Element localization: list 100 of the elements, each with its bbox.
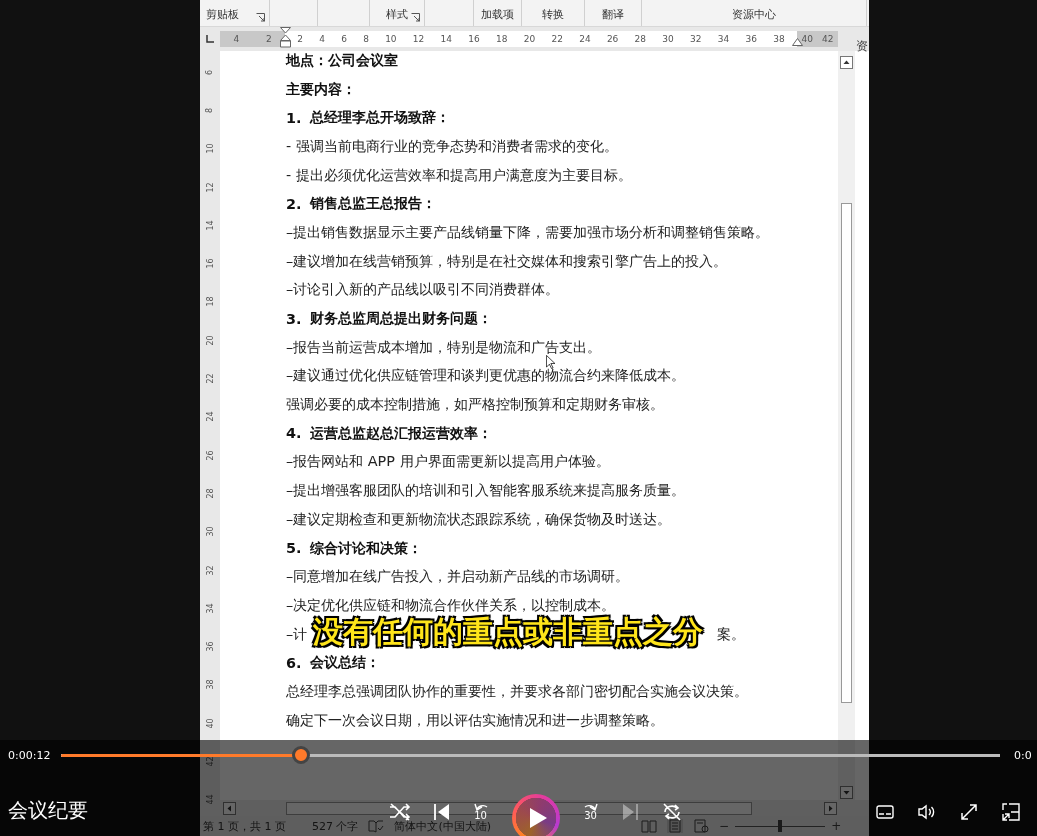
document-text: –报告当前运营成本增加，特别是物流和广告支出。 [286,337,602,357]
ribbon-group-label: 翻译 [602,7,624,22]
document-text: 强调必要的成本控制措施，如严格控制预算和定期财务审核。 [286,395,664,415]
dialog-launcher-icon[interactable] [411,13,420,22]
document-heading: 会议总结： [310,653,380,673]
list-number: 2. [286,195,303,212]
ruler-number: 2 [297,34,303,44]
video-title: 会议纪要 [8,797,88,824]
ruler-number: 38 [205,679,215,690]
document-text: –建议通过优化供应链管理和谈判更优惠的物流合约来降低成本。 [286,366,686,386]
web-layout-icon[interactable] [693,819,710,833]
ruler-number: 20 [523,34,536,44]
scroll-down-icon[interactable] [840,786,853,799]
ruler-number: 8 [363,34,369,44]
progress-handle[interactable] [292,746,311,764]
volume-icon[interactable] [918,804,936,820]
rewind-button[interactable]: 10 [472,803,489,821]
ruler-number: 28 [205,488,215,499]
total-time: 0:0 [1013,748,1033,762]
list-number: 3. [286,310,303,327]
elapsed-time: 0:00:12 [7,748,52,762]
ribbon-group-label: 转换 [542,7,564,22]
document-text: 案。 [717,624,746,644]
ruler-number: 40 [801,34,813,44]
ruler-number: 22 [205,373,215,384]
right-indent-marker-icon[interactable] [792,38,803,46]
document-heading: 运营总监赵总汇报运营效率： [310,423,492,443]
ruler-number: 42 [205,756,215,767]
document-text: –提出销售数据显示主要产品线销量下降，需要加强市场分析和调整销售策略。 [286,222,770,242]
ruler-number: 36 [205,641,215,652]
ruler-number: 26 [205,450,215,461]
document-heading: 销售总监王总报告： [310,194,436,214]
document-text: –建议增加在线营销预算，特别是在社交媒体和搜索引擎广告上的投入。 [286,251,728,271]
zoom-in-button[interactable]: + [831,819,842,833]
ruler-number: 28 [634,34,647,44]
previous-icon[interactable] [433,803,450,821]
scroll-up-icon[interactable] [840,56,853,69]
ribbon-group-label: 资源中心 [732,7,776,22]
ruler-number: 20 [205,335,215,346]
document-heading: 财务总监周总提出财务问题： [310,309,492,329]
scroll-left-icon[interactable] [223,801,236,815]
play-icon [527,807,548,829]
document-heading: 综合讨论和决策： [310,538,422,558]
ruler-number: 4 [233,34,240,44]
ruler-number: 16 [205,258,215,269]
ruler-number: 24 [579,34,591,44]
scroll-right-icon[interactable] [824,801,837,815]
ruler-number: 32 [205,564,215,576]
ribbon-group-label: 加载项 [481,7,514,22]
document-text: 总经理李总强调团队协作的重要性，并要求各部门密切配合实施会议决策。 [286,681,748,701]
document-text: –同意增加在线广告投入，并启动新产品线的市场调研。 [286,567,630,587]
zoom-out-button[interactable]: − [719,819,730,833]
list-number: 1. [286,109,303,126]
word-count[interactable]: 527 个字 [312,818,359,834]
ruler-number: 6 [341,34,347,44]
ruler-number: 14 [440,34,452,44]
document-text: - 提出必须优化运营效率和提高用户满意度为主要目标。 [286,165,632,185]
language-indicator[interactable]: 简体中文(中国大陆) [394,818,492,834]
document-text: –计 [286,624,308,644]
document-text: –决定优化供应链和物流合作伙伴关系，以控制成本。 [286,595,616,615]
ruler-number: 32 [690,34,702,44]
ruler-number: 44 [205,794,215,805]
ruler-number: 40 [205,718,215,729]
ruler-number: 18 [496,34,508,44]
ribbon-group-label: 剪贴板 [206,7,239,22]
ruler-number: 38 [773,34,785,44]
ruler-number: 2 [265,34,272,44]
ruler-number: 30 [205,526,215,537]
document-text: 确定下一次会议日期，用以评估实施情况和进一步调整策略。 [286,710,664,730]
ruler-number: 16 [468,34,480,44]
ruler-number: 18 [205,296,215,307]
document-heading: 总经理李总开场致辞： [310,108,450,128]
list-number: 6. [286,654,303,671]
list-number: 5. [286,540,303,557]
mouse-cursor-icon [546,355,555,369]
ruler-number: 42 [822,34,834,44]
book-check-icon[interactable] [368,819,385,833]
fullscreen-icon[interactable] [960,803,978,821]
mini-player-icon[interactable] [1002,803,1020,821]
pane-title: 资 [856,38,868,55]
repeat-off-icon[interactable] [660,801,683,823]
ruler-number: 12 [412,34,425,44]
shuffle-icon[interactable] [388,802,411,822]
document-text: –报告网站和 APP 用户界面需更新以提高用户体验。 [286,452,610,472]
forward-button[interactable]: 30 [582,803,599,821]
captions-icon[interactable] [876,805,894,819]
ribbon-group-label: 样式 [386,7,408,22]
ruler-number: 34 [717,34,730,44]
document-heading: 主要内容： [286,79,356,99]
document-text: - 强调当前电商行业的竞争态势和消费者需求的变化。 [286,136,618,156]
page-count: 第 1 页，共 1 页 [203,818,286,834]
ruler-number: 24 [205,411,215,422]
ruler-number: 36 [745,34,757,44]
tab-stop-icon[interactable] [206,35,214,43]
ruler-number: 22 [551,34,563,44]
scrollbar-thumb[interactable] [841,203,852,703]
indent-marker-icon[interactable] [280,27,291,51]
dialog-launcher-icon[interactable] [256,13,265,22]
video-subtitle: 没有任何的重点或非重点之分 [313,614,703,650]
document-text: –建议定期检查和更新物流状态跟踪系统，确保货物及时送达。 [286,509,672,529]
